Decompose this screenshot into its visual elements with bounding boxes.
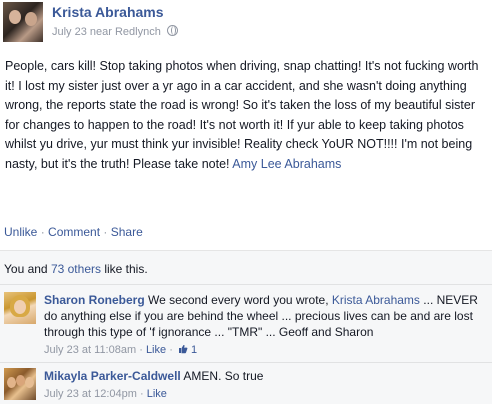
tagged-person-link[interactable]: Amy Lee Abrahams (232, 157, 341, 171)
feedback-section: You and 73 others like this. Sharon Rone… (0, 250, 492, 404)
avatar-face (14, 300, 26, 314)
separator: · (100, 225, 111, 239)
avatar-face (7, 377, 16, 388)
divider (0, 284, 492, 285)
likes-prefix: You and (4, 262, 51, 276)
unlike-button[interactable]: Unlike (4, 225, 37, 239)
comment-like-count[interactable]: 1 (191, 344, 197, 356)
author-avatar[interactable] (3, 2, 43, 42)
post-meta: July 23 near Redlynch (52, 25, 178, 38)
likes-suffix: like this. (101, 262, 148, 276)
author-name-link[interactable]: Krista Abrahams (52, 4, 164, 20)
comment-meta: July 23 at 11:08am · Like · 1 (44, 342, 488, 358)
comment-like-button[interactable]: Like (146, 344, 166, 356)
avatar-face (9, 10, 21, 24)
commenter-name-link[interactable]: Sharon Roneberg (44, 293, 145, 307)
comment-text: AMEN. So true (180, 369, 264, 383)
commenter-avatar[interactable] (4, 368, 36, 400)
separator: · (140, 388, 147, 400)
separator: · (169, 344, 176, 356)
thumbs-up-icon[interactable] (178, 344, 188, 354)
separator: · (37, 225, 49, 239)
likes-others-link[interactable]: 73 others (51, 262, 101, 276)
comment-timestamp[interactable]: July 23 at 12:04pm (44, 388, 137, 400)
likes-summary: You and 73 others like this. (4, 262, 148, 276)
post-header: Krista Abrahams July 23 near Redlynch (0, 0, 492, 44)
avatar-face (25, 377, 34, 388)
separator: · (139, 344, 146, 356)
comment-text-block: Mikayla Parker-Caldwell AMEN. So true (44, 368, 488, 384)
post-timestamp-location[interactable]: July 23 near Redlynch (52, 26, 161, 38)
comment-text-block: Sharon Roneberg We second every word you… (44, 292, 488, 340)
post-actions: Unlike · Comment · Share (4, 225, 143, 239)
comment-timestamp[interactable]: July 23 at 11:08am (44, 344, 136, 356)
comment-text: We second every word you wrote, (144, 293, 332, 307)
commenter-name-link[interactable]: Mikayla Parker-Caldwell (44, 369, 181, 383)
post-text: People, cars kill! Stop taking photos wh… (5, 57, 487, 174)
mention-link[interactable]: Krista Abrahams (332, 293, 420, 307)
comment-body: Mikayla Parker-Caldwell AMEN. So true Ju… (44, 368, 488, 402)
post-body-text: People, cars kill! Stop taking photos wh… (5, 59, 479, 171)
comment-button[interactable]: Comment (48, 225, 100, 239)
commenter-avatar[interactable] (4, 292, 36, 324)
avatar-face (16, 375, 25, 386)
comment-like-button[interactable]: Like (147, 388, 167, 400)
divider (0, 362, 492, 363)
comment-body: Sharon Roneberg We second every word you… (44, 292, 488, 358)
globe-icon[interactable] (166, 25, 178, 36)
avatar-face (25, 12, 37, 26)
comment-meta: July 23 at 12:04pm · Like (44, 386, 488, 402)
share-button[interactable]: Share (111, 225, 143, 239)
